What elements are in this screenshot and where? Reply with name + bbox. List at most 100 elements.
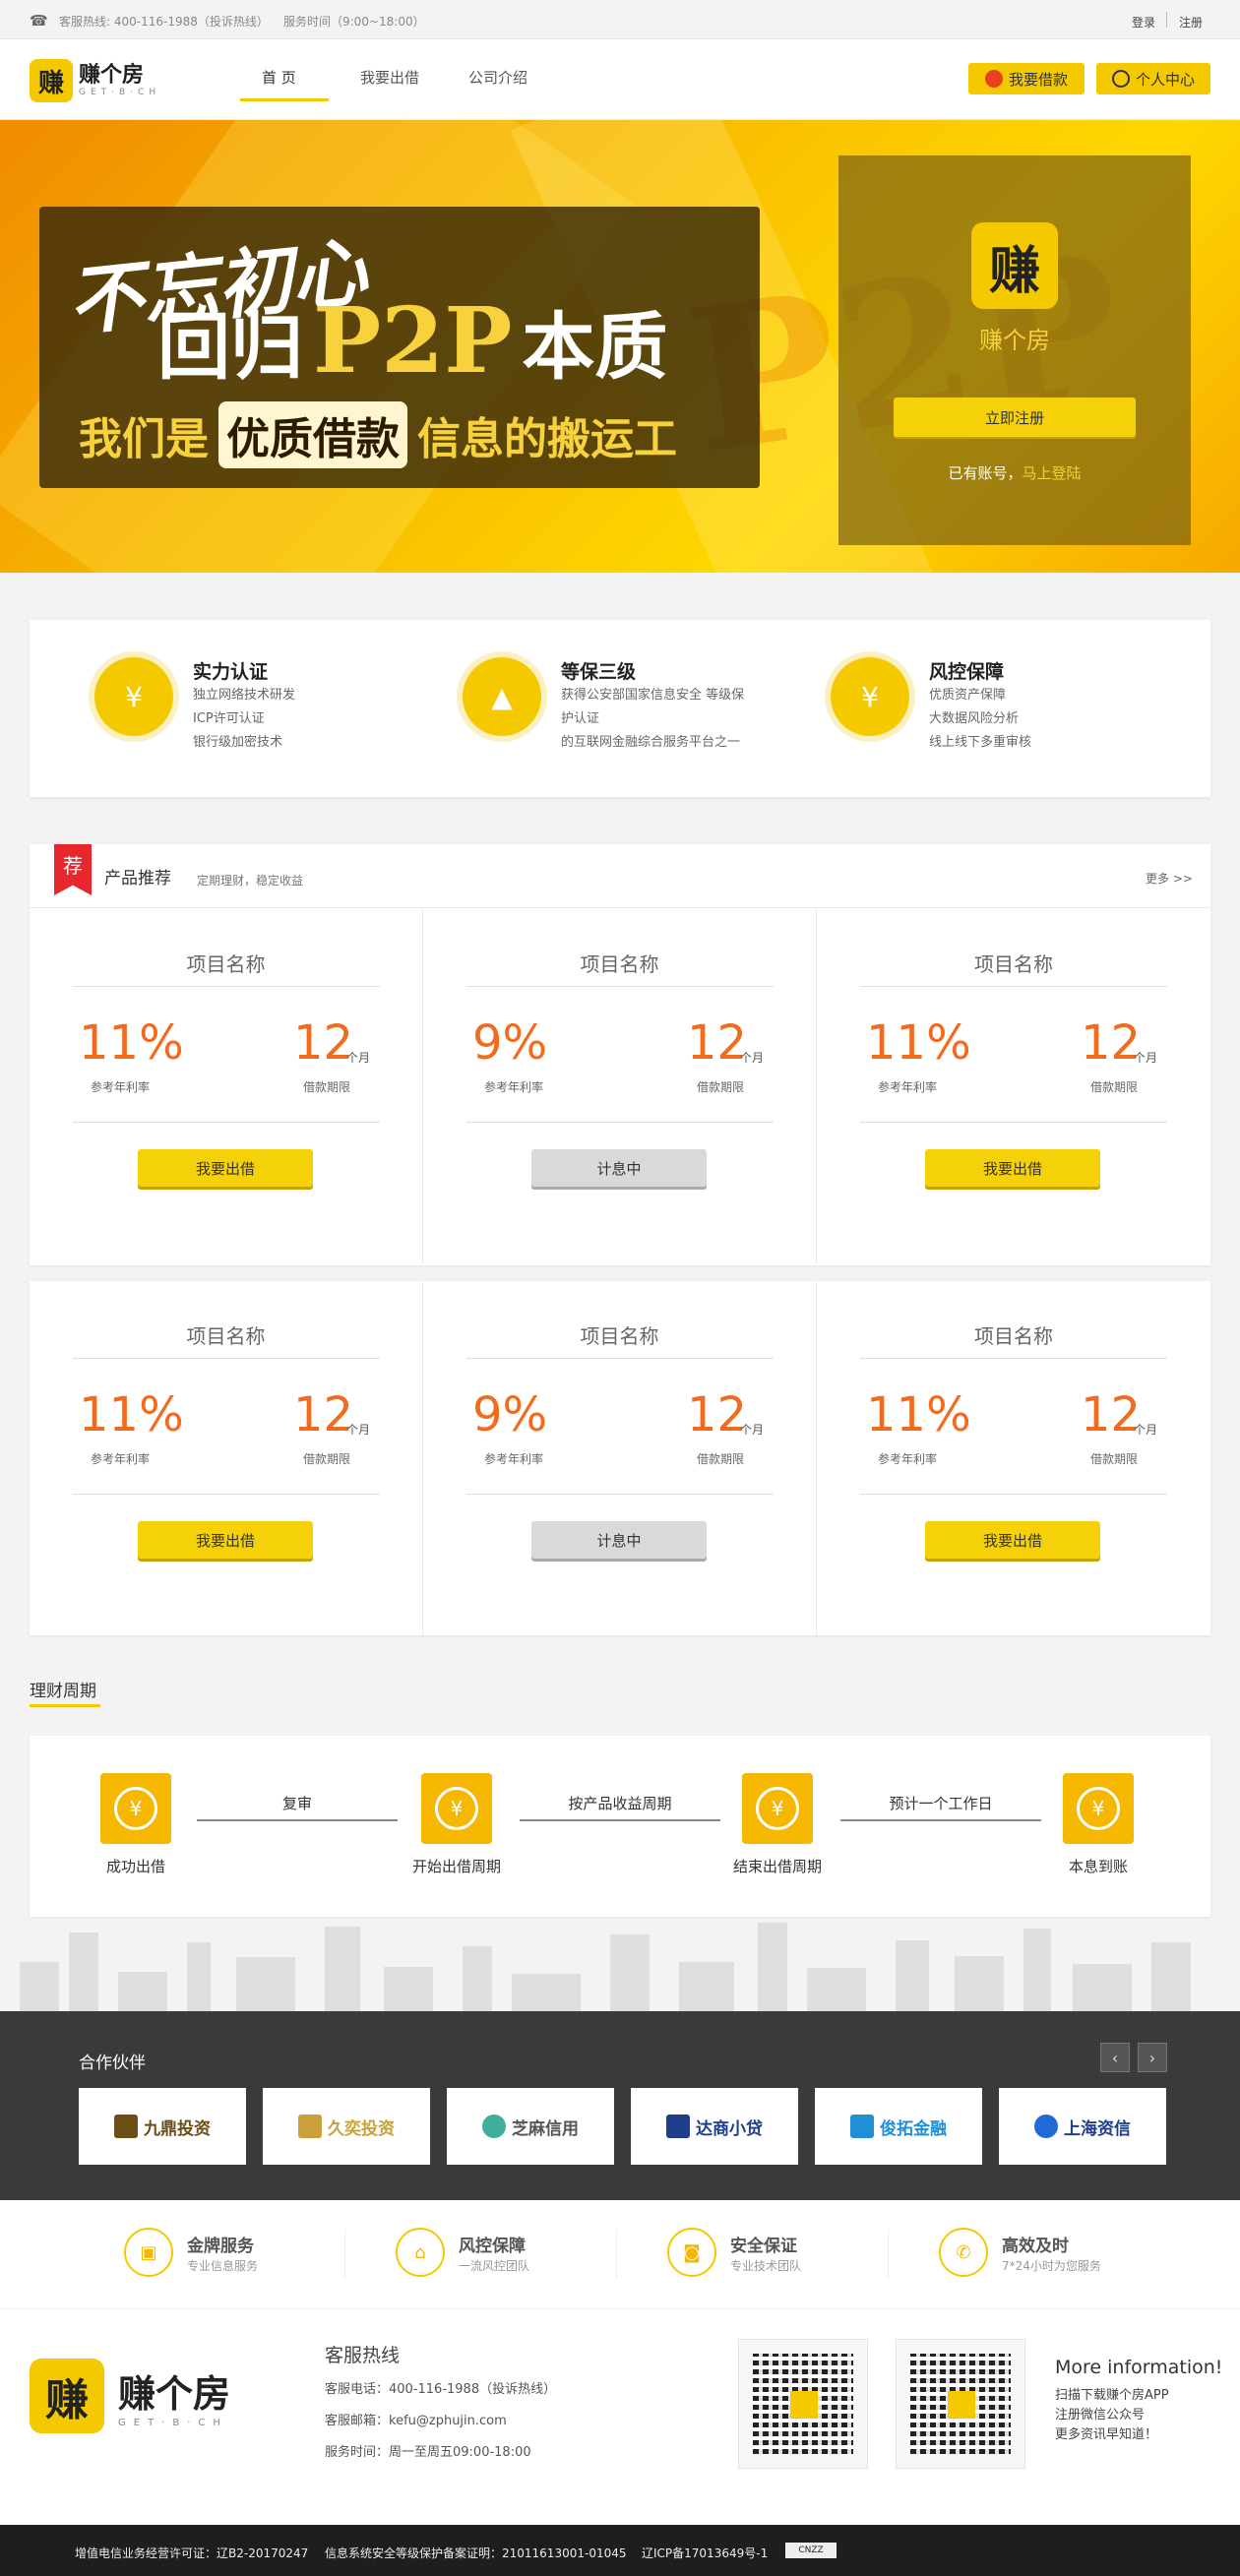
shield-yen-icon: ¥ <box>94 657 173 736</box>
slogan-line3: 我们是 优质借款 信息的搬运工 <box>79 401 677 468</box>
more-link[interactable]: 更多 >> <box>1146 870 1193 887</box>
nav-about[interactable]: 公司介绍 <box>468 67 527 88</box>
invest-cycle-panel: ¥ 成功出借 复审 ¥ 开始出借周期 按产品收益周期 ¥ 结束出借周期 预计一个… <box>30 1736 1210 1917</box>
feature-security-level: ▲ 等保三级 获得公安部国家信息安全 等级保 护认证 的互联网金融综合服务平台之… <box>463 655 817 764</box>
invest-button[interactable]: 我要出借 <box>138 1521 313 1559</box>
user-center-label: 个人中心 <box>1135 70 1195 89</box>
cycle-arrow: 按产品收益周期 <box>520 1793 720 1821</box>
cycle-step: ¥ 本息到账 <box>1039 1773 1157 1876</box>
nav-active-underline <box>240 98 329 101</box>
logo-name: 赚个房 <box>79 63 145 88</box>
icp-license: 增值电信业务经营许可证：辽B2-20170247 <box>75 2546 309 2560</box>
product-card: 项目名称 11% 参考年利率 12 个月 借款期限 我要出借 <box>30 909 423 1263</box>
product-card: 项目名称 9% 参考年利率 12 个月 借款期限 计息中 <box>423 1281 817 1635</box>
bottom-bar: 增值电信业务经营许可证：辽B2-20170247 信息系统安全等级保护备案证明：… <box>0 2525 1240 2576</box>
loan-button[interactable]: 我要借款 <box>968 63 1085 94</box>
product-card: 项目名称 9% 参考年利率 12 个月 借款期限 计息中 <box>423 909 817 1263</box>
chart-up-icon: ▲ <box>463 657 541 736</box>
section-subtitle: 定期理财，稳定收益 <box>197 874 304 888</box>
partner-logo[interactable]: 达商小贷 <box>631 2088 798 2165</box>
cycle-step: ¥ 成功出借 <box>77 1773 195 1876</box>
login-prompt: 已有账号，马上登陆 <box>948 464 1082 482</box>
cnzz-badge[interactable]: CNZZ <box>785 2543 837 2558</box>
next-arrow-icon[interactable]: › <box>1138 2043 1167 2072</box>
footer-logo-mark-icon: 赚 <box>30 2359 104 2433</box>
phone-icon: ☎ <box>30 12 48 30</box>
brand-logo-icon: 赚 <box>971 222 1058 309</box>
invest-button[interactable]: 我要出借 <box>925 1521 1100 1559</box>
coin-arrow-icon: ¥ <box>831 657 909 736</box>
services-bar: ▣ 金牌服务 专业信息服务 ⌂ 风控保障 一流风控团队 ◙ 安全保证 专业技术团… <box>0 2200 1240 2308</box>
logo-mark-icon: 赚 <box>30 59 73 102</box>
footer-hotline-title: 客服热线 <box>325 2345 401 2366</box>
product-recommend-panel: 荐 产品推荐 定期理财，稳定收益 更多 >> 项目名称 11% 参考年利率 12… <box>30 844 1210 1265</box>
cycle-step: ¥ 开始出借周期 <box>398 1773 516 1876</box>
hero-banner: P2P 不忘初心 回归 P2P 本质 我们是 优质借款 信息的搬运工 赚 赚个房… <box>0 120 1240 573</box>
features-panel: ¥ 实力认证 独立网络技术研发 ICP许可认证 银行级加密技术 ▲ 等保三级 获… <box>30 620 1210 797</box>
user-center-button[interactable]: 个人中心 <box>1096 63 1210 94</box>
product-card: 项目名称 11% 参考年利率 12 个月 借款期限 我要出借 <box>817 1281 1210 1635</box>
footer-hours: 服务时间：周一至周五09:00-18:00 <box>325 2445 531 2460</box>
cycle-arrow: 预计一个工作日 <box>840 1793 1041 1821</box>
product-recommend-panel-2: 项目名称 11% 参考年利率 12 个月 借款期限 我要出借 项目名称 9% 参… <box>30 1281 1210 1635</box>
cycle-arrow: 复审 <box>197 1793 398 1821</box>
partner-logo[interactable]: 九鼎投资 <box>79 2088 246 2165</box>
accruing-button[interactable]: 计息中 <box>531 1521 707 1559</box>
service-efficient: ✆ 高效及时 7*24小时为您服务 <box>939 2228 1210 2283</box>
phone-icon: ✆ <box>939 2228 988 2277</box>
image-frame-icon: ▣ <box>124 2228 173 2277</box>
register-panel: 赚 赚个房 立即注册 已有账号，马上登陆 <box>838 155 1191 545</box>
top-divider <box>1166 12 1167 28</box>
partner-logo[interactable]: 俊拓金融 <box>815 2088 982 2165</box>
accruing-button[interactable]: 计息中 <box>531 1149 707 1187</box>
login-link[interactable]: 登录 <box>1132 14 1155 31</box>
service-time-text: 服务时间（9:00~18:00） <box>283 15 425 29</box>
service-gold: ▣ 金牌服务 专业信息服务 <box>124 2228 396 2283</box>
partner-logo[interactable]: 芝麻信用 <box>447 2088 614 2165</box>
top-bar: ☎ 客服热线: 400-116-1988（投诉热线） 服务时间（9:00~18:… <box>0 0 1240 39</box>
user-icon <box>1111 70 1130 88</box>
section-title: 产品推荐 <box>104 869 171 889</box>
slogan-panel: 不忘初心 回归 P2P 本质 我们是 优质借款 信息的搬运工 <box>39 207 760 488</box>
city-skyline-decoration <box>0 1917 1240 2011</box>
security-record: 信息系统安全等级保护备案证明：21011613001-01045 <box>325 2546 627 2560</box>
cycle-step: ¥ 结束出借周期 <box>718 1773 837 1876</box>
footer-logo[interactable]: 赚 赚个房 GET·B·CH <box>30 2359 230 2433</box>
feature-risk-control: ¥ 风控保障 优质资产保障 大数据风险分析 线上线下多重审核 <box>831 655 1185 764</box>
site-logo[interactable]: 赚 赚个房 GET·B·CH <box>30 59 160 102</box>
bank-icon: ⌂ <box>396 2228 445 2277</box>
invest-button[interactable]: 我要出借 <box>925 1149 1100 1187</box>
slogan-line2: 回归 P2P 本质 <box>157 287 668 394</box>
nav-invest[interactable]: 我要出借 <box>360 67 419 88</box>
invest-button[interactable]: 我要出借 <box>138 1149 313 1187</box>
logo-sub: GET·B·CH <box>79 88 161 97</box>
recommend-badge: 荐 <box>54 844 92 895</box>
product-card: 项目名称 11% 参考年利率 12 个月 借款期限 我要出借 <box>817 909 1210 1263</box>
icp-record: 辽ICP备17013649号-1 <box>642 2546 769 2560</box>
partner-logo[interactable]: 久奕投资 <box>263 2088 430 2165</box>
main-header: 赚 赚个房 GET·B·CH 首 页 我要出借 公司介绍 我要借款 个人中心 <box>0 39 1240 120</box>
footer-email: 客服邮箱：kefu@zphujin.com <box>325 2414 507 2428</box>
partners-section: 合作伙伴 ‹ › 九鼎投资 久奕投资 芝麻信用 达商小贷 俊拓金融 上海资信 <box>0 2011 1240 2200</box>
cycle-title-underline <box>30 1704 100 1707</box>
app-qr-code <box>738 2339 868 2469</box>
yen-icon: ¥ <box>421 1773 492 1844</box>
login-now-link[interactable]: 马上登陆 <box>1023 464 1082 482</box>
footer-phone: 客服电话：400-116-1988（投诉热线） <box>325 2382 557 2397</box>
feature-certification: ¥ 实力认证 独立网络技术研发 ICP许可认证 银行级加密技术 <box>94 655 449 764</box>
more-info-title: More information! <box>1055 2357 1223 2378</box>
register-link[interactable]: 注册 <box>1179 14 1203 31</box>
yen-icon: ¥ <box>1063 1773 1134 1844</box>
cycle-title: 理财周期 <box>30 1682 96 1701</box>
wechat-qr-code <box>896 2339 1025 2469</box>
register-now-button[interactable]: 立即注册 <box>894 398 1136 437</box>
safe-icon: ◙ <box>667 2228 716 2277</box>
brand-name: 赚个房 <box>979 327 1050 354</box>
hotline-text: 客服热线: 400-116-1988（投诉热线） <box>59 15 269 29</box>
prev-arrow-icon[interactable]: ‹ <box>1100 2043 1130 2072</box>
service-security: ◙ 安全保证 专业技术团队 <box>667 2228 939 2283</box>
service-risk: ⌂ 风控保障 一流风控团队 <box>396 2228 667 2283</box>
nav-home[interactable]: 首 页 <box>262 67 296 88</box>
partner-logo[interactable]: 上海资信 <box>999 2088 1166 2165</box>
yen-icon: ¥ <box>100 1773 171 1844</box>
